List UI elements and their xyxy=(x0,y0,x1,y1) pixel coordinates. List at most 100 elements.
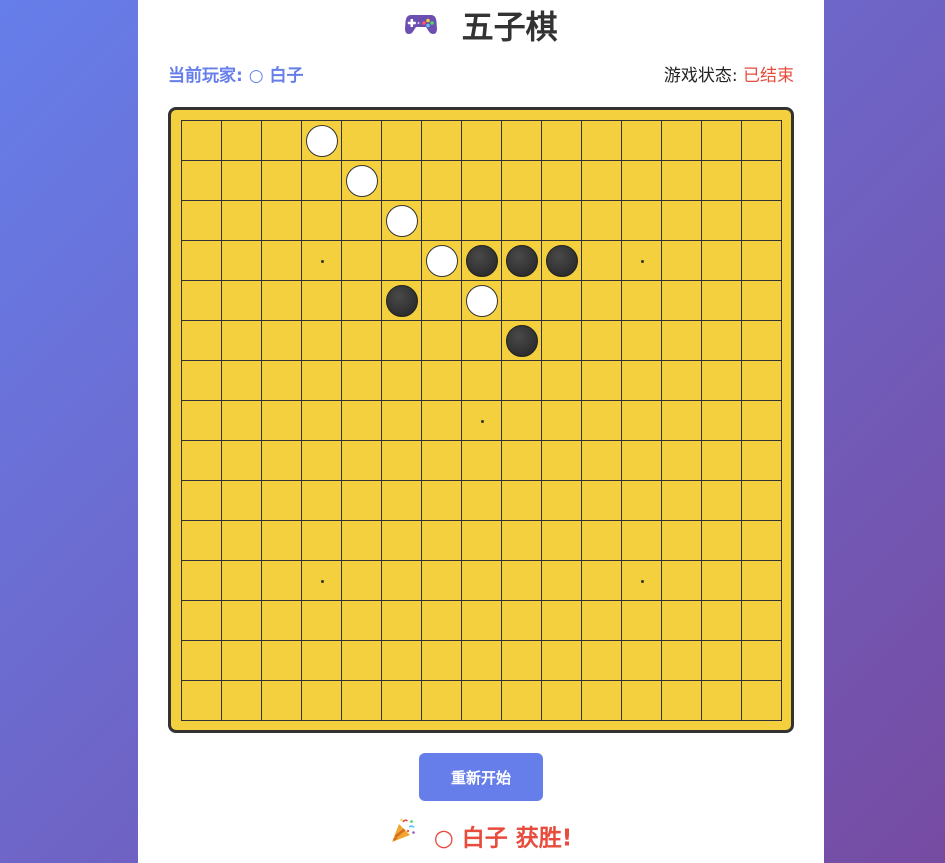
board-cell[interactable] xyxy=(261,400,302,441)
board-cell[interactable] xyxy=(381,320,422,361)
board-cell[interactable] xyxy=(661,520,702,561)
board-cell[interactable] xyxy=(221,680,262,721)
board-cell[interactable] xyxy=(421,480,462,521)
board-cell[interactable] xyxy=(221,240,262,281)
board-cell[interactable] xyxy=(341,160,382,201)
board-cell[interactable] xyxy=(701,520,742,561)
board-cell[interactable] xyxy=(461,440,502,481)
board-cell[interactable] xyxy=(621,520,662,561)
board-cell[interactable] xyxy=(621,120,662,161)
board-cell[interactable] xyxy=(541,240,582,281)
board-cell[interactable] xyxy=(301,360,342,401)
board-cell[interactable] xyxy=(221,440,262,481)
board-cell[interactable] xyxy=(581,360,622,401)
board-cell[interactable] xyxy=(341,600,382,641)
board-cell[interactable] xyxy=(181,480,222,521)
board-cell[interactable] xyxy=(581,320,622,361)
board-cell[interactable] xyxy=(621,680,662,721)
board-cell[interactable] xyxy=(301,440,342,481)
board-cell[interactable] xyxy=(261,160,302,201)
board-cell[interactable] xyxy=(621,400,662,441)
board-cell[interactable] xyxy=(741,600,782,641)
board-cell[interactable] xyxy=(421,280,462,321)
board-cell[interactable] xyxy=(261,480,302,521)
board-cell[interactable] xyxy=(661,200,702,241)
board-cell[interactable] xyxy=(341,640,382,681)
board-cell[interactable] xyxy=(501,600,542,641)
board-cell[interactable] xyxy=(501,440,542,481)
board-cell[interactable] xyxy=(621,360,662,401)
board-cell[interactable] xyxy=(541,280,582,321)
board-cell[interactable] xyxy=(421,320,462,361)
board-cell[interactable] xyxy=(221,520,262,561)
board-cell[interactable] xyxy=(221,400,262,441)
board-cell[interactable] xyxy=(581,400,622,441)
board-cell[interactable] xyxy=(741,200,782,241)
board-cell[interactable] xyxy=(181,160,222,201)
board-cell[interactable] xyxy=(661,120,702,161)
board-cell[interactable] xyxy=(541,480,582,521)
board-cell[interactable] xyxy=(701,320,742,361)
board-cell[interactable] xyxy=(301,320,342,361)
board-cell[interactable] xyxy=(341,360,382,401)
board-cell[interactable] xyxy=(301,120,342,161)
board-cell[interactable] xyxy=(261,600,302,641)
board-cell[interactable] xyxy=(501,400,542,441)
board-cell[interactable] xyxy=(581,640,622,681)
board-cell[interactable] xyxy=(581,280,622,321)
board-cell[interactable] xyxy=(461,360,502,401)
board-cell[interactable] xyxy=(181,640,222,681)
board-cell[interactable] xyxy=(741,640,782,681)
board-cell[interactable] xyxy=(701,160,742,201)
board-cell[interactable] xyxy=(261,360,302,401)
board-cell[interactable] xyxy=(541,640,582,681)
board-cell[interactable] xyxy=(261,280,302,321)
board-cell[interactable] xyxy=(541,600,582,641)
board-cell[interactable] xyxy=(501,320,542,361)
board-cell[interactable] xyxy=(381,280,422,321)
board-cell[interactable] xyxy=(741,480,782,521)
board-cell[interactable] xyxy=(581,240,622,281)
board-cell[interactable] xyxy=(581,440,622,481)
board-cell[interactable] xyxy=(301,160,342,201)
board-cell[interactable] xyxy=(181,680,222,721)
board-cell[interactable] xyxy=(221,600,262,641)
board-cell[interactable] xyxy=(461,160,502,201)
board-cell[interactable] xyxy=(661,240,702,281)
board-cell[interactable] xyxy=(261,240,302,281)
board-cell[interactable] xyxy=(661,560,702,601)
board-cell[interactable] xyxy=(301,680,342,721)
board-cell[interactable] xyxy=(221,160,262,201)
board-cell[interactable] xyxy=(541,320,582,361)
board-cell[interactable] xyxy=(661,160,702,201)
board-cell[interactable] xyxy=(661,320,702,361)
board-cell[interactable] xyxy=(501,200,542,241)
board-cell[interactable] xyxy=(701,680,742,721)
board-cell[interactable] xyxy=(341,320,382,361)
board-cell[interactable] xyxy=(581,480,622,521)
board-cell[interactable] xyxy=(741,400,782,441)
board-cell[interactable] xyxy=(421,240,462,281)
board-cell[interactable] xyxy=(501,520,542,561)
board-cell[interactable] xyxy=(301,200,342,241)
board-cell[interactable] xyxy=(421,520,462,561)
board-cell[interactable] xyxy=(621,600,662,641)
board-cell[interactable] xyxy=(461,680,502,721)
board-cell[interactable] xyxy=(341,440,382,481)
board-cell[interactable] xyxy=(461,560,502,601)
board-cell[interactable] xyxy=(221,560,262,601)
board-cell[interactable] xyxy=(421,160,462,201)
board-cell[interactable] xyxy=(501,640,542,681)
board-cell[interactable] xyxy=(341,400,382,441)
board-cell[interactable] xyxy=(501,240,542,281)
board-cell[interactable] xyxy=(661,480,702,521)
board-cell[interactable] xyxy=(461,120,502,161)
board-cell[interactable] xyxy=(701,280,742,321)
board-cell[interactable] xyxy=(741,280,782,321)
board-cell[interactable] xyxy=(621,200,662,241)
board-cell[interactable] xyxy=(461,200,502,241)
board-cell[interactable] xyxy=(541,160,582,201)
board-cell[interactable] xyxy=(661,400,702,441)
board-cell[interactable] xyxy=(741,680,782,721)
board-cell[interactable] xyxy=(701,640,742,681)
